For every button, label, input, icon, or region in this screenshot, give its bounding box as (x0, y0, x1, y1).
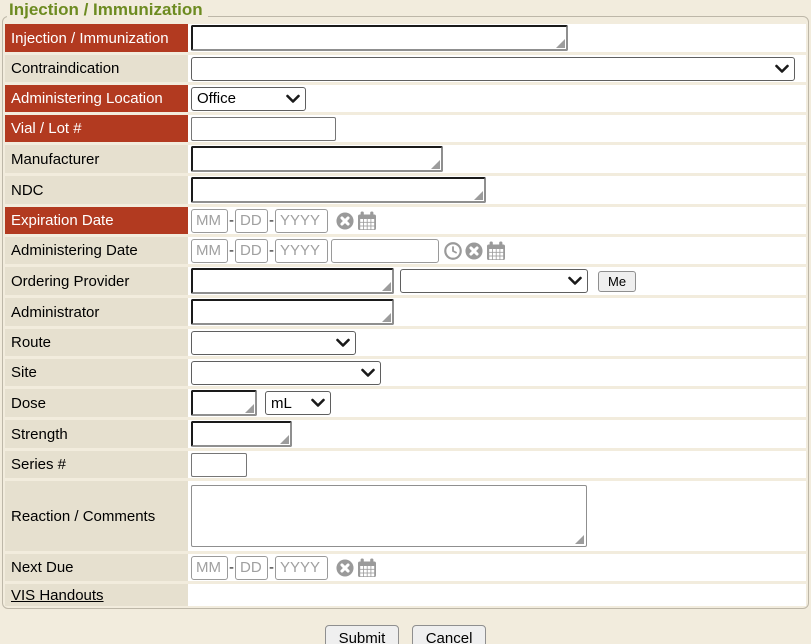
dose-unit-select[interactable]: mL (265, 391, 331, 415)
next-due-day-input[interactable] (235, 556, 268, 580)
strength-input[interactable] (191, 421, 292, 447)
date-separator: - (229, 212, 234, 229)
administering-month-input[interactable] (191, 239, 228, 263)
administrator-label: Administrator (5, 298, 188, 326)
contraindication-select[interactable] (191, 57, 795, 81)
vial-lot-label: Vial / Lot # (5, 115, 188, 142)
resize-grip-icon[interactable] (575, 535, 584, 544)
administering-time-input[interactable] (331, 239, 439, 263)
calendar-icon[interactable] (357, 558, 377, 578)
calendar-icon[interactable] (486, 241, 506, 261)
administering-location-select[interactable]: Office (191, 87, 306, 111)
contraindication-label: Contraindication (5, 55, 188, 82)
row-route: Route (5, 329, 806, 356)
row-ordering-provider: Ordering Provider Me (5, 267, 806, 295)
date-separator: - (269, 559, 274, 576)
resize-grip-icon[interactable] (431, 160, 440, 169)
expiration-month-input[interactable] (191, 209, 228, 233)
reaction-comments-textarea[interactable] (191, 485, 587, 547)
ordering-provider-input[interactable] (191, 268, 394, 294)
date-separator: - (269, 242, 274, 259)
row-administering-date: Administering Date - - (5, 237, 806, 264)
row-dose: Dose mL (5, 389, 806, 417)
administrator-input[interactable] (191, 299, 394, 325)
series-input[interactable] (191, 453, 247, 477)
expiration-year-input[interactable] (275, 209, 328, 233)
injection-form-fieldset: Injection / Immunization Injection / Imm… (2, 16, 809, 609)
injection-input[interactable] (191, 25, 568, 51)
vial-lot-input[interactable] (191, 117, 336, 141)
row-strength: Strength (5, 420, 806, 448)
injection-label: Injection / Immunization (5, 24, 188, 52)
vis-handouts-link[interactable]: VIS Handouts (11, 587, 104, 604)
manufacturer-input[interactable] (191, 146, 443, 172)
resize-grip-icon[interactable] (245, 404, 254, 413)
next-due-year-input[interactable] (275, 556, 328, 580)
resize-grip-icon[interactable] (382, 282, 391, 291)
ordering-provider-label: Ordering Provider (5, 267, 188, 295)
row-expiration-date: Expiration Date - - (5, 207, 806, 234)
row-injection: Injection / Immunization (5, 24, 806, 52)
ndc-label: NDC (5, 176, 188, 204)
injection-immunization-page: Injection / Immunization Injection / Imm… (0, 0, 811, 644)
route-select[interactable] (191, 331, 356, 355)
submit-button[interactable]: Submit (325, 625, 400, 644)
row-administrator: Administrator (5, 298, 806, 326)
reaction-comments-label: Reaction / Comments (5, 481, 188, 551)
administering-day-input[interactable] (235, 239, 268, 263)
row-ndc: NDC (5, 176, 806, 204)
calendar-icon[interactable] (357, 211, 377, 231)
form-title: Injection / Immunization (7, 1, 208, 19)
clear-date-icon[interactable] (336, 212, 354, 230)
resize-grip-icon[interactable] (474, 191, 483, 200)
expiration-date-label: Expiration Date (5, 207, 188, 234)
row-reaction-comments: Reaction / Comments (5, 481, 806, 551)
next-due-label: Next Due (5, 554, 188, 581)
resize-grip-icon[interactable] (556, 39, 565, 48)
date-separator: - (229, 242, 234, 259)
administering-year-input[interactable] (275, 239, 328, 263)
date-separator: - (229, 559, 234, 576)
row-administering-location: Administering Location Office (5, 85, 806, 112)
site-select[interactable] (191, 361, 381, 385)
row-vis-handouts: VIS Handouts (5, 584, 806, 606)
row-vial-lot: Vial / Lot # (5, 115, 806, 142)
clear-date-icon[interactable] (465, 242, 483, 260)
row-site: Site (5, 359, 806, 386)
site-label: Site (5, 359, 188, 386)
row-contraindication: Contraindication (5, 55, 806, 82)
ndc-input[interactable] (191, 177, 486, 203)
resize-grip-icon[interactable] (382, 313, 391, 322)
row-series: Series # (5, 451, 806, 478)
series-label: Series # (5, 451, 188, 478)
form-actions: Submit Cancel (0, 625, 811, 644)
clock-icon[interactable] (444, 242, 462, 260)
strength-label: Strength (5, 420, 188, 448)
row-next-due: Next Due - - (5, 554, 806, 581)
administering-date-label: Administering Date (5, 237, 188, 264)
cancel-button[interactable]: Cancel (412, 625, 487, 644)
clear-date-icon[interactable] (336, 559, 354, 577)
route-label: Route (5, 329, 188, 356)
row-manufacturer: Manufacturer (5, 145, 806, 173)
dose-label: Dose (5, 389, 188, 417)
administering-location-label: Administering Location (5, 85, 188, 112)
resize-grip-icon[interactable] (280, 435, 289, 444)
me-button[interactable]: Me (598, 271, 636, 292)
manufacturer-label: Manufacturer (5, 145, 188, 173)
next-due-month-input[interactable] (191, 556, 228, 580)
ordering-provider-select[interactable] (400, 269, 588, 293)
date-separator: - (269, 212, 274, 229)
expiration-day-input[interactable] (235, 209, 268, 233)
